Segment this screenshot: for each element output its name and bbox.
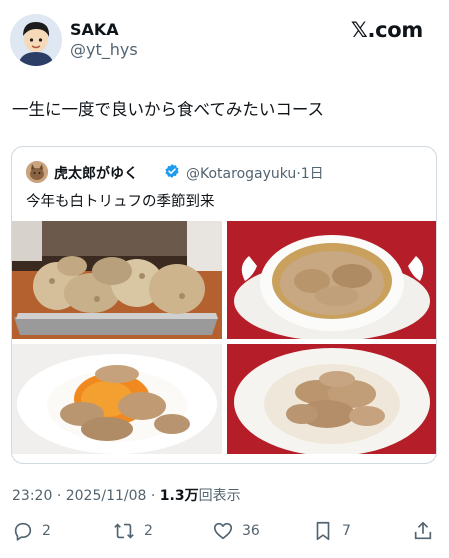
- photo-truffle-soup[interactable]: [227, 221, 436, 339]
- share-button[interactable]: [412, 514, 442, 548]
- post-text: 一生に一度で良いから食べてみたいコース: [12, 100, 325, 119]
- bookmark-icon: [316, 521, 330, 541]
- reply-count: 2: [42, 523, 51, 539]
- photo-truffles-tray[interactable]: [12, 221, 222, 339]
- quoted-time[interactable]: 1日: [301, 166, 324, 182]
- photo-truffle-risotto[interactable]: [227, 344, 436, 454]
- author-handle[interactable]: @yt_hys: [70, 40, 138, 59]
- verified-badge-icon: [165, 164, 179, 178]
- x-logo: 𝕏.com: [350, 18, 423, 42]
- tweet-header: SAKA @yt_hys 𝕏.com: [0, 0, 449, 80]
- quoted-handle-line: @Kotarogayuku·1日: [186, 163, 324, 183]
- post-time[interactable]: 23:20: [12, 488, 52, 504]
- like-icon: [213, 522, 233, 540]
- bookmark-count: 7: [342, 523, 351, 539]
- separator-dot: ·: [150, 488, 156, 504]
- views-label: 回表示: [198, 488, 241, 504]
- quoted-text: 今年も白トリュフの季節到来: [26, 194, 215, 210]
- bookmark-button[interactable]: 7: [312, 514, 351, 548]
- quoted-author-avatar[interactable]: [26, 161, 48, 183]
- reply-button[interactable]: 2: [12, 514, 51, 548]
- repost-count: 2: [144, 523, 153, 539]
- author-name[interactable]: SAKA: [70, 20, 119, 39]
- like-count: 36: [242, 523, 260, 539]
- like-button[interactable]: 36: [212, 514, 260, 548]
- quoted-author-handle[interactable]: @Kotarogayuku: [186, 166, 296, 182]
- quoted-author-name[interactable]: 虎太郎がゆく: [54, 163, 138, 183]
- timestamp-line: 23:20 · 2025/11/08 · 1.3万回表示: [12, 485, 241, 505]
- views-count: 1.3万: [159, 488, 199, 504]
- repost-button[interactable]: 2: [112, 514, 153, 548]
- photo-truffle-egg[interactable]: [12, 344, 222, 454]
- reply-icon: [14, 522, 32, 541]
- share-icon: [414, 521, 432, 540]
- author-avatar[interactable]: [10, 14, 62, 66]
- post-date[interactable]: 2025/11/08: [66, 488, 147, 504]
- repost-icon: [114, 523, 134, 539]
- quoted-tweet[interactable]: 虎太郎がゆく @Kotarogayuku·1日 今年も白トリュフの季節到来: [11, 146, 437, 464]
- action-bar: 2 2 36 7: [0, 514, 449, 550]
- separator-dot: ·: [56, 488, 62, 504]
